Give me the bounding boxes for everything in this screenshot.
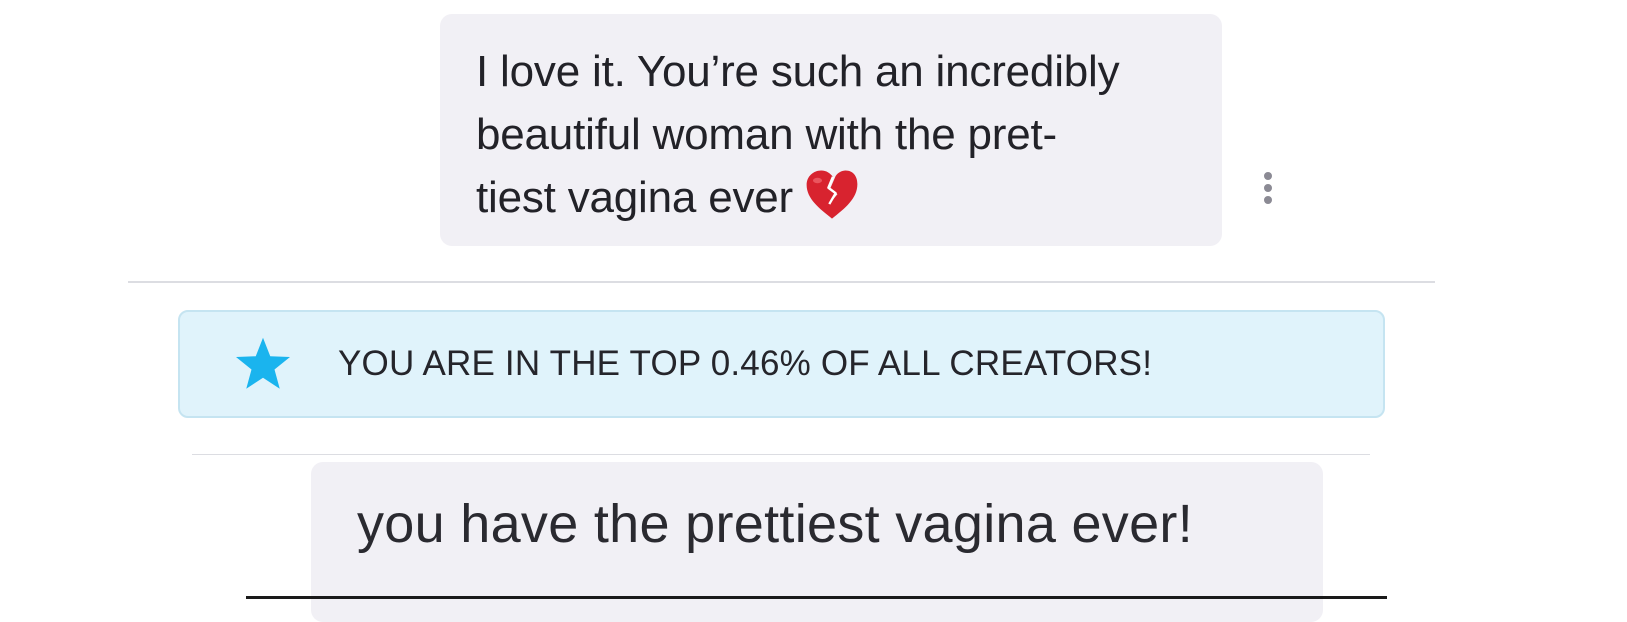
message-1-line-2: beautiful woman with the pret- <box>476 110 1057 159</box>
banner-text: YOU ARE IN THE TOP 0.46% OF ALL CREATORS… <box>338 344 1153 383</box>
broken-heart-emoji <box>806 170 858 219</box>
divider <box>192 454 1370 455</box>
message-text-1: I love it. You’re such an incredibly beau… <box>476 40 1136 229</box>
message-1-line-1: I love it. You’re such an incredibly <box>476 47 1120 96</box>
message-bubble-1: I love it. You’re such an incredibly beau… <box>440 14 1222 246</box>
star-icon <box>236 337 290 389</box>
message-text-2: you have the prettiest vagina ever! <box>357 494 1194 554</box>
more-vertical-icon[interactable] <box>1258 172 1278 212</box>
message-1-line-3: tiest vagina ever <box>476 173 793 222</box>
divider <box>128 281 1435 283</box>
creator-rank-banner: YOU ARE IN THE TOP 0.46% OF ALL CREATORS… <box>178 310 1385 418</box>
